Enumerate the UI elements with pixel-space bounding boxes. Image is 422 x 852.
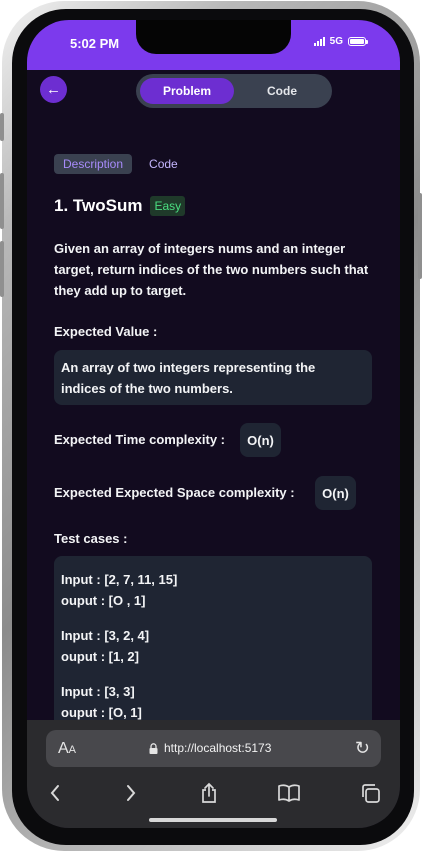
view-toggle: Problem Code <box>136 74 332 108</box>
notch <box>136 20 291 54</box>
share-button[interactable] <box>194 778 224 808</box>
problem-header: 1. TwoSum Easy <box>54 196 186 216</box>
test-case: Input : [2, 7, 11, 15] ouput : [O , 1] <box>61 569 177 611</box>
tabs-icon <box>362 784 380 803</box>
network-label: 5G <box>329 36 343 47</box>
toggle-problem[interactable]: Problem <box>140 78 234 104</box>
time-complexity-label: Expected Time complexity : <box>54 432 225 447</box>
home-indicator <box>149 818 277 822</box>
test-case-input: Input : [3, 3] <box>61 684 135 699</box>
chevron-right-icon <box>127 785 136 801</box>
address-bar[interactable]: AA http://localhost:5173 ↻ <box>46 730 381 767</box>
tab-description[interactable]: Description <box>54 154 133 174</box>
browser-toolbar: AA http://localhost:5173 ↻ <box>27 720 400 828</box>
space-complexity-value: O(n) <box>315 476 356 510</box>
test-cases-label: Test cases : <box>54 531 128 546</box>
battery-icon <box>348 37 368 46</box>
expected-value-box: An array of two integers representing th… <box>54 350 372 405</box>
test-case-output: ouput : [1, 2] <box>61 649 139 664</box>
space-complexity-label: Expected Expected Space complexity : <box>54 485 295 500</box>
back-nav-button[interactable] <box>40 778 70 808</box>
signal-icon <box>313 37 325 46</box>
test-cases-box: Input : [2, 7, 11, 15] ouput : [O , 1] I… <box>54 556 372 736</box>
test-case: Input : [3, 3] ouput : [O, 1] <box>61 681 142 723</box>
status-bar: 5:02 PM 5G <box>27 20 400 70</box>
test-case-input: Input : [2, 7, 11, 15] <box>61 572 178 587</box>
tabs-button[interactable] <box>355 778 385 808</box>
power-button <box>418 193 422 279</box>
problem-title: 1. TwoSum <box>54 196 143 215</box>
arrow-left-icon: ← <box>46 81 61 98</box>
app-content: ← Problem Code Description Code 1. TwoSu… <box>27 70 400 736</box>
volume-up-button <box>0 173 4 229</box>
problem-description: Given an array of integers nums and an i… <box>54 241 369 298</box>
forward-nav-button[interactable] <box>116 778 146 808</box>
test-case-input: Input : [3, 2, 4] <box>61 628 150 643</box>
phone-screen: 5:02 PM 5G ← Problem Code Description Co… <box>27 20 400 828</box>
bookmarks-button[interactable] <box>274 778 304 808</box>
volume-down-button <box>0 241 4 297</box>
back-button[interactable]: ← <box>40 76 67 103</box>
book-icon <box>278 784 300 802</box>
sub-tabs: Description Code <box>54 154 187 174</box>
toggle-code[interactable]: Code <box>236 78 328 104</box>
tab-code[interactable]: Code <box>140 154 187 174</box>
time-complexity-value: O(n) <box>240 423 281 457</box>
reload-icon[interactable]: ↻ <box>355 738 370 759</box>
browser-nav <box>27 778 400 808</box>
status-time: 5:02 PM <box>70 36 120 51</box>
test-case: Input : [3, 2, 4] ouput : [1, 2] <box>61 625 149 667</box>
status-icons: 5G <box>313 36 368 47</box>
test-case-output: ouput : [O , 1] <box>61 593 146 608</box>
mute-switch <box>0 113 4 141</box>
expected-value-text: An array of two integers representing th… <box>61 360 316 396</box>
lock-icon <box>149 743 158 754</box>
url-text: http://localhost:5173 <box>164 741 272 755</box>
text-size-button[interactable]: AA <box>58 740 76 758</box>
share-icon <box>202 782 216 803</box>
chevron-left-icon <box>50 785 59 801</box>
difficulty-badge: Easy <box>150 196 186 216</box>
expected-value-label: Expected Value : <box>54 324 158 339</box>
